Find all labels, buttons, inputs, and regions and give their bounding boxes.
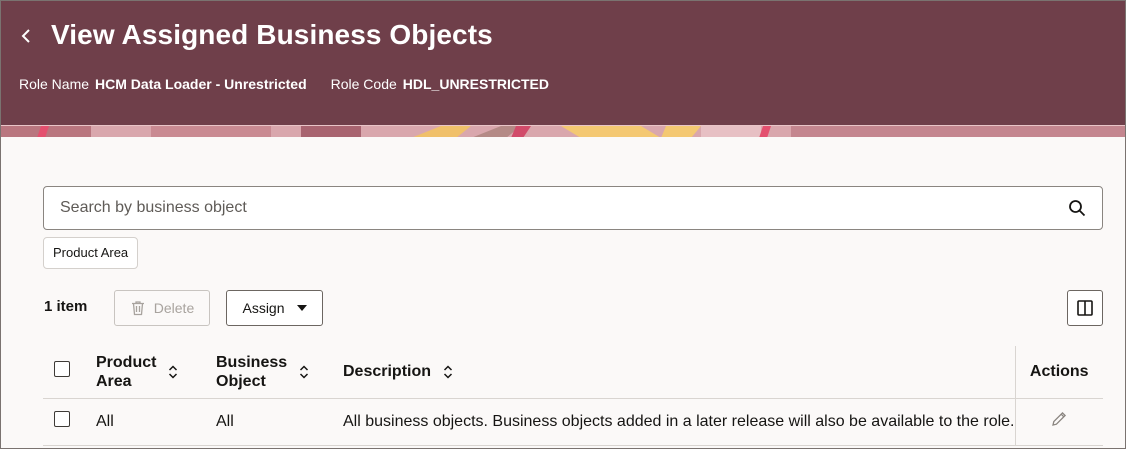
description-header: Description [343, 363, 432, 381]
delete-button[interactable]: Delete [114, 290, 210, 326]
page-header: View Assigned Business Objects Role Name… [1, 1, 1125, 125]
role-name-label: Role Name [19, 76, 90, 92]
assign-menu-button[interactable]: Assign [226, 290, 323, 326]
cell-business-object: All [216, 398, 343, 446]
cell-actions [1014, 398, 1103, 446]
delete-label: Delete [153, 300, 195, 316]
column-panel-icon [1077, 300, 1093, 316]
search-icon[interactable] [1068, 199, 1086, 217]
column-header-description[interactable]: Description [343, 346, 1015, 399]
search-box [43, 186, 1103, 230]
role-name-value: HCM Data Loader - Unrestricted [95, 76, 307, 92]
chevron-left-icon [21, 29, 30, 43]
cell-product-area: All [96, 398, 216, 446]
product-area-header-line1: Product [96, 353, 157, 371]
item-count: 1 item [44, 298, 88, 315]
column-header-business-object[interactable]: Business Object [216, 346, 343, 399]
page-title: View Assigned Business Objects [51, 19, 493, 50]
column-header-product-area[interactable]: Product Area [96, 346, 216, 399]
role-code-value: HDL_UNRESTRICTED [402, 76, 550, 92]
business-object-header-line1: Business [216, 353, 288, 371]
column-header-actions: Actions [1014, 346, 1103, 399]
select-all-checkbox[interactable] [54, 361, 70, 378]
row-checkbox[interactable] [54, 411, 70, 427]
role-meta: Role Name HCM Data Loader - Unrestricted… [19, 76, 573, 92]
sort-icon[interactable] [168, 365, 178, 379]
business-object-header-line2: Object [216, 372, 266, 390]
main-content: Product Area 1 item Delete Assign [1, 137, 1125, 448]
business-objects-table: Product Area Business Object Description… [43, 346, 1103, 446]
sort-icon[interactable] [299, 365, 309, 379]
role-code-label: Role Code [330, 76, 397, 92]
sort-icon[interactable] [443, 365, 453, 379]
pencil-icon[interactable] [1050, 410, 1068, 428]
row-select-cell [43, 398, 96, 446]
select-all-cell [43, 346, 96, 399]
search-input[interactable] [44, 187, 1044, 229]
filter-chip-product-area[interactable]: Product Area [43, 237, 139, 269]
caret-down-icon [296, 305, 307, 311]
column-panel-button[interactable] [1067, 290, 1103, 326]
cell-description: All business objects. Business objects a… [343, 398, 1015, 446]
decorative-banner [1, 125, 1125, 137]
back-button[interactable] [15, 25, 37, 47]
assign-label: Assign [242, 300, 285, 316]
trash-icon [131, 301, 144, 316]
table-header-row: Product Area Business Object Description… [43, 346, 1103, 399]
product-area-header-line2: Area [96, 372, 132, 390]
table-row[interactable]: All All All business objects. Business o… [43, 398, 1103, 446]
